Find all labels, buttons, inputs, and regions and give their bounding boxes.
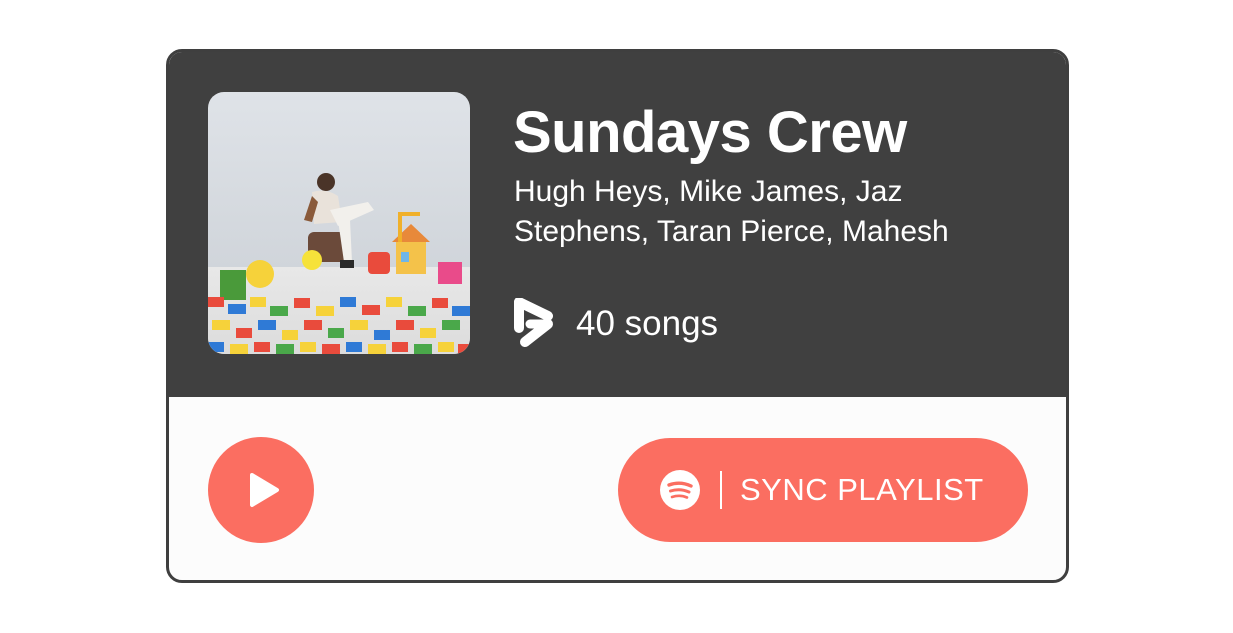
- song-count: 40 songs: [576, 304, 719, 343]
- playlist-card: Sundays Crew Hugh Heys, Mike James, Jaz …: [166, 49, 1069, 583]
- playlist-cover-image: [208, 92, 470, 354]
- sync-playlist-button[interactable]: SYNC PLAYLIST: [618, 438, 1028, 542]
- sync-playlist-label: SYNC PLAYLIST: [740, 472, 984, 507]
- button-divider: [720, 471, 722, 509]
- cover-illustration: [208, 92, 470, 354]
- playlist-logo-icon: [514, 298, 553, 347]
- playlist-title: Sundays Crew: [513, 100, 907, 165]
- playlist-header: Sundays Crew Hugh Heys, Mike James, Jaz …: [169, 52, 1066, 397]
- play-icon: [250, 473, 279, 507]
- play-button[interactable]: [208, 437, 314, 543]
- spotify-icon: [660, 470, 700, 510]
- song-count-row: 40 songs: [512, 298, 718, 350]
- playlist-artists: Hugh Heys, Mike James, Jaz Stephens, Tar…: [514, 175, 949, 248]
